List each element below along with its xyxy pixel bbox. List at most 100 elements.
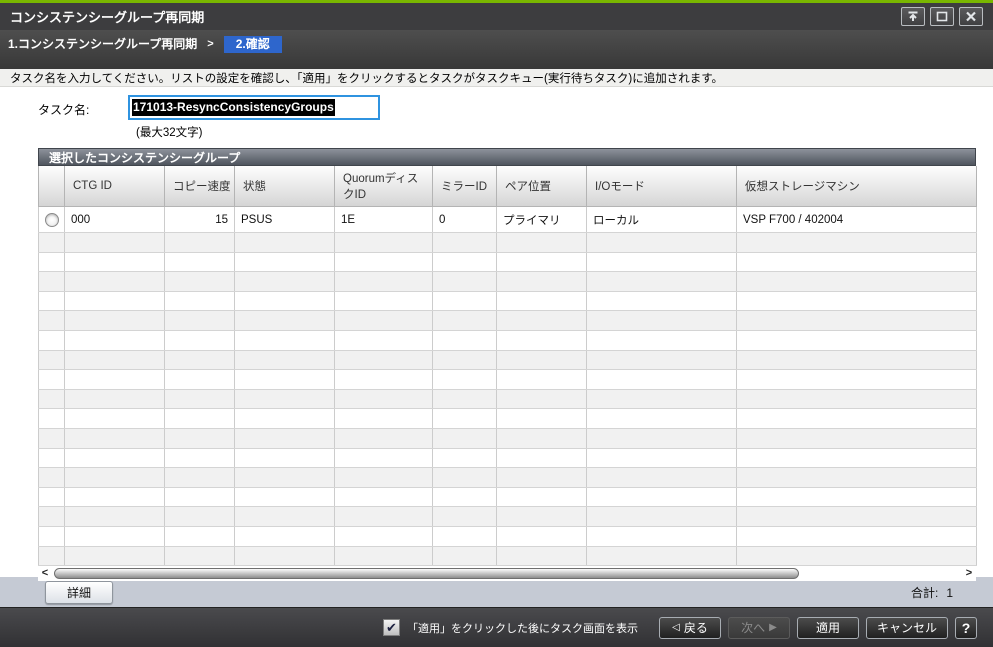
empty-cell [737, 370, 977, 390]
empty-cell [165, 546, 235, 566]
scroll-right-button[interactable]: > [962, 566, 976, 581]
empty-cell [235, 252, 335, 272]
empty-cell [737, 350, 977, 370]
task-name-input[interactable]: 171013-ResyncConsistencyGroups [128, 95, 380, 120]
column-header: 状態 [235, 166, 335, 207]
close-icon [965, 11, 977, 22]
empty-cell [433, 350, 497, 370]
table-cell: 15 [165, 207, 235, 233]
empty-cell [433, 448, 497, 468]
dialog-title: コンシステンシーグループ再同期 [10, 7, 901, 26]
table-cell: 1E [335, 207, 433, 233]
table-cell: ローカル [587, 207, 737, 233]
table-cell: 0 [433, 207, 497, 233]
table-cell: 000 [65, 207, 165, 233]
detail-button[interactable]: 詳細 [45, 581, 113, 604]
empty-cell [335, 350, 433, 370]
empty-cell [587, 272, 737, 292]
empty-cell [587, 330, 737, 350]
empty-cell [235, 370, 335, 390]
empty-cell [235, 526, 335, 546]
help-button[interactable]: ? [955, 617, 977, 639]
empty-cell [433, 330, 497, 350]
back-button[interactable]: ◁ 戻る [659, 617, 721, 639]
close-button[interactable] [959, 7, 983, 26]
empty-cell [235, 507, 335, 527]
empty-cell [497, 291, 587, 311]
table-header-row: CTG IDコピー速度状態QuorumディスクIDミラーIDペア位置I/Oモード… [39, 166, 977, 207]
table-body: 00015PSUS1E0プライマリローカルVSP F700 / 402004 [39, 207, 977, 566]
empty-cell [335, 428, 433, 448]
empty-cell [587, 409, 737, 429]
show-task-screen-checkbox[interactable]: ✔ [383, 619, 400, 636]
empty-cell [39, 272, 65, 292]
empty-cell [165, 448, 235, 468]
empty-cell [165, 389, 235, 409]
empty-cell [335, 291, 433, 311]
empty-cell [65, 350, 165, 370]
empty-cell [737, 389, 977, 409]
footer-bar: ✔ 「適用」をクリックした後にタスク画面を表示 ◁ 戻る 次へ ▶ 適用 キャン… [0, 607, 993, 647]
empty-cell [165, 252, 235, 272]
empty-cell [433, 409, 497, 429]
empty-cell [587, 233, 737, 253]
empty-cell [165, 428, 235, 448]
empty-cell [737, 507, 977, 527]
empty-cell [497, 330, 587, 350]
empty-row [39, 350, 977, 370]
next-button[interactable]: 次へ ▶ [728, 617, 790, 639]
table-cell: PSUS [235, 207, 335, 233]
empty-cell [335, 526, 433, 546]
empty-cell [433, 252, 497, 272]
cancel-button[interactable]: キャンセル [866, 617, 948, 639]
empty-cell [39, 507, 65, 527]
empty-cell [39, 233, 65, 253]
empty-cell [433, 272, 497, 292]
empty-cell [165, 370, 235, 390]
empty-cell [165, 311, 235, 331]
empty-cell [737, 330, 977, 350]
empty-row [39, 409, 977, 429]
empty-cell [39, 252, 65, 272]
empty-cell [165, 409, 235, 429]
rollup-button[interactable] [901, 7, 925, 26]
empty-cell [39, 370, 65, 390]
empty-cell [497, 252, 587, 272]
scroll-thumb[interactable] [54, 568, 799, 579]
apply-button[interactable]: 適用 [797, 617, 859, 639]
empty-cell [235, 291, 335, 311]
empty-row [39, 507, 977, 527]
empty-row [39, 272, 977, 292]
row-select-cell [39, 207, 65, 233]
scroll-track[interactable] [52, 567, 962, 580]
empty-cell [335, 272, 433, 292]
breadcrumb: 1.コンシステンシーグループ再同期 > 2.確認 [0, 30, 993, 69]
actions-band: 詳細 合計:1 [0, 577, 993, 607]
empty-cell [497, 468, 587, 488]
empty-cell [737, 233, 977, 253]
empty-cell [587, 252, 737, 272]
row-radio-button[interactable] [45, 213, 59, 227]
empty-cell [165, 330, 235, 350]
empty-cell [65, 233, 165, 253]
empty-cell [587, 546, 737, 566]
scroll-left-button[interactable]: < [38, 566, 52, 581]
empty-cell [235, 233, 335, 253]
empty-row [39, 428, 977, 448]
empty-cell [587, 487, 737, 507]
maximize-button[interactable] [930, 7, 954, 26]
empty-cell [587, 526, 737, 546]
empty-cell [65, 291, 165, 311]
column-header: I/Oモード [587, 166, 737, 207]
empty-cell [737, 311, 977, 331]
total-label: 合計: [911, 586, 938, 600]
apply-button-label: 適用 [816, 619, 840, 636]
empty-cell [39, 311, 65, 331]
empty-cell [235, 487, 335, 507]
column-header-select [39, 166, 65, 207]
empty-cell [165, 272, 235, 292]
show-task-screen-label: 「適用」をクリックした後にタスク画面を表示 [407, 620, 638, 636]
empty-cell [737, 546, 977, 566]
empty-cell [433, 233, 497, 253]
empty-cell [39, 291, 65, 311]
